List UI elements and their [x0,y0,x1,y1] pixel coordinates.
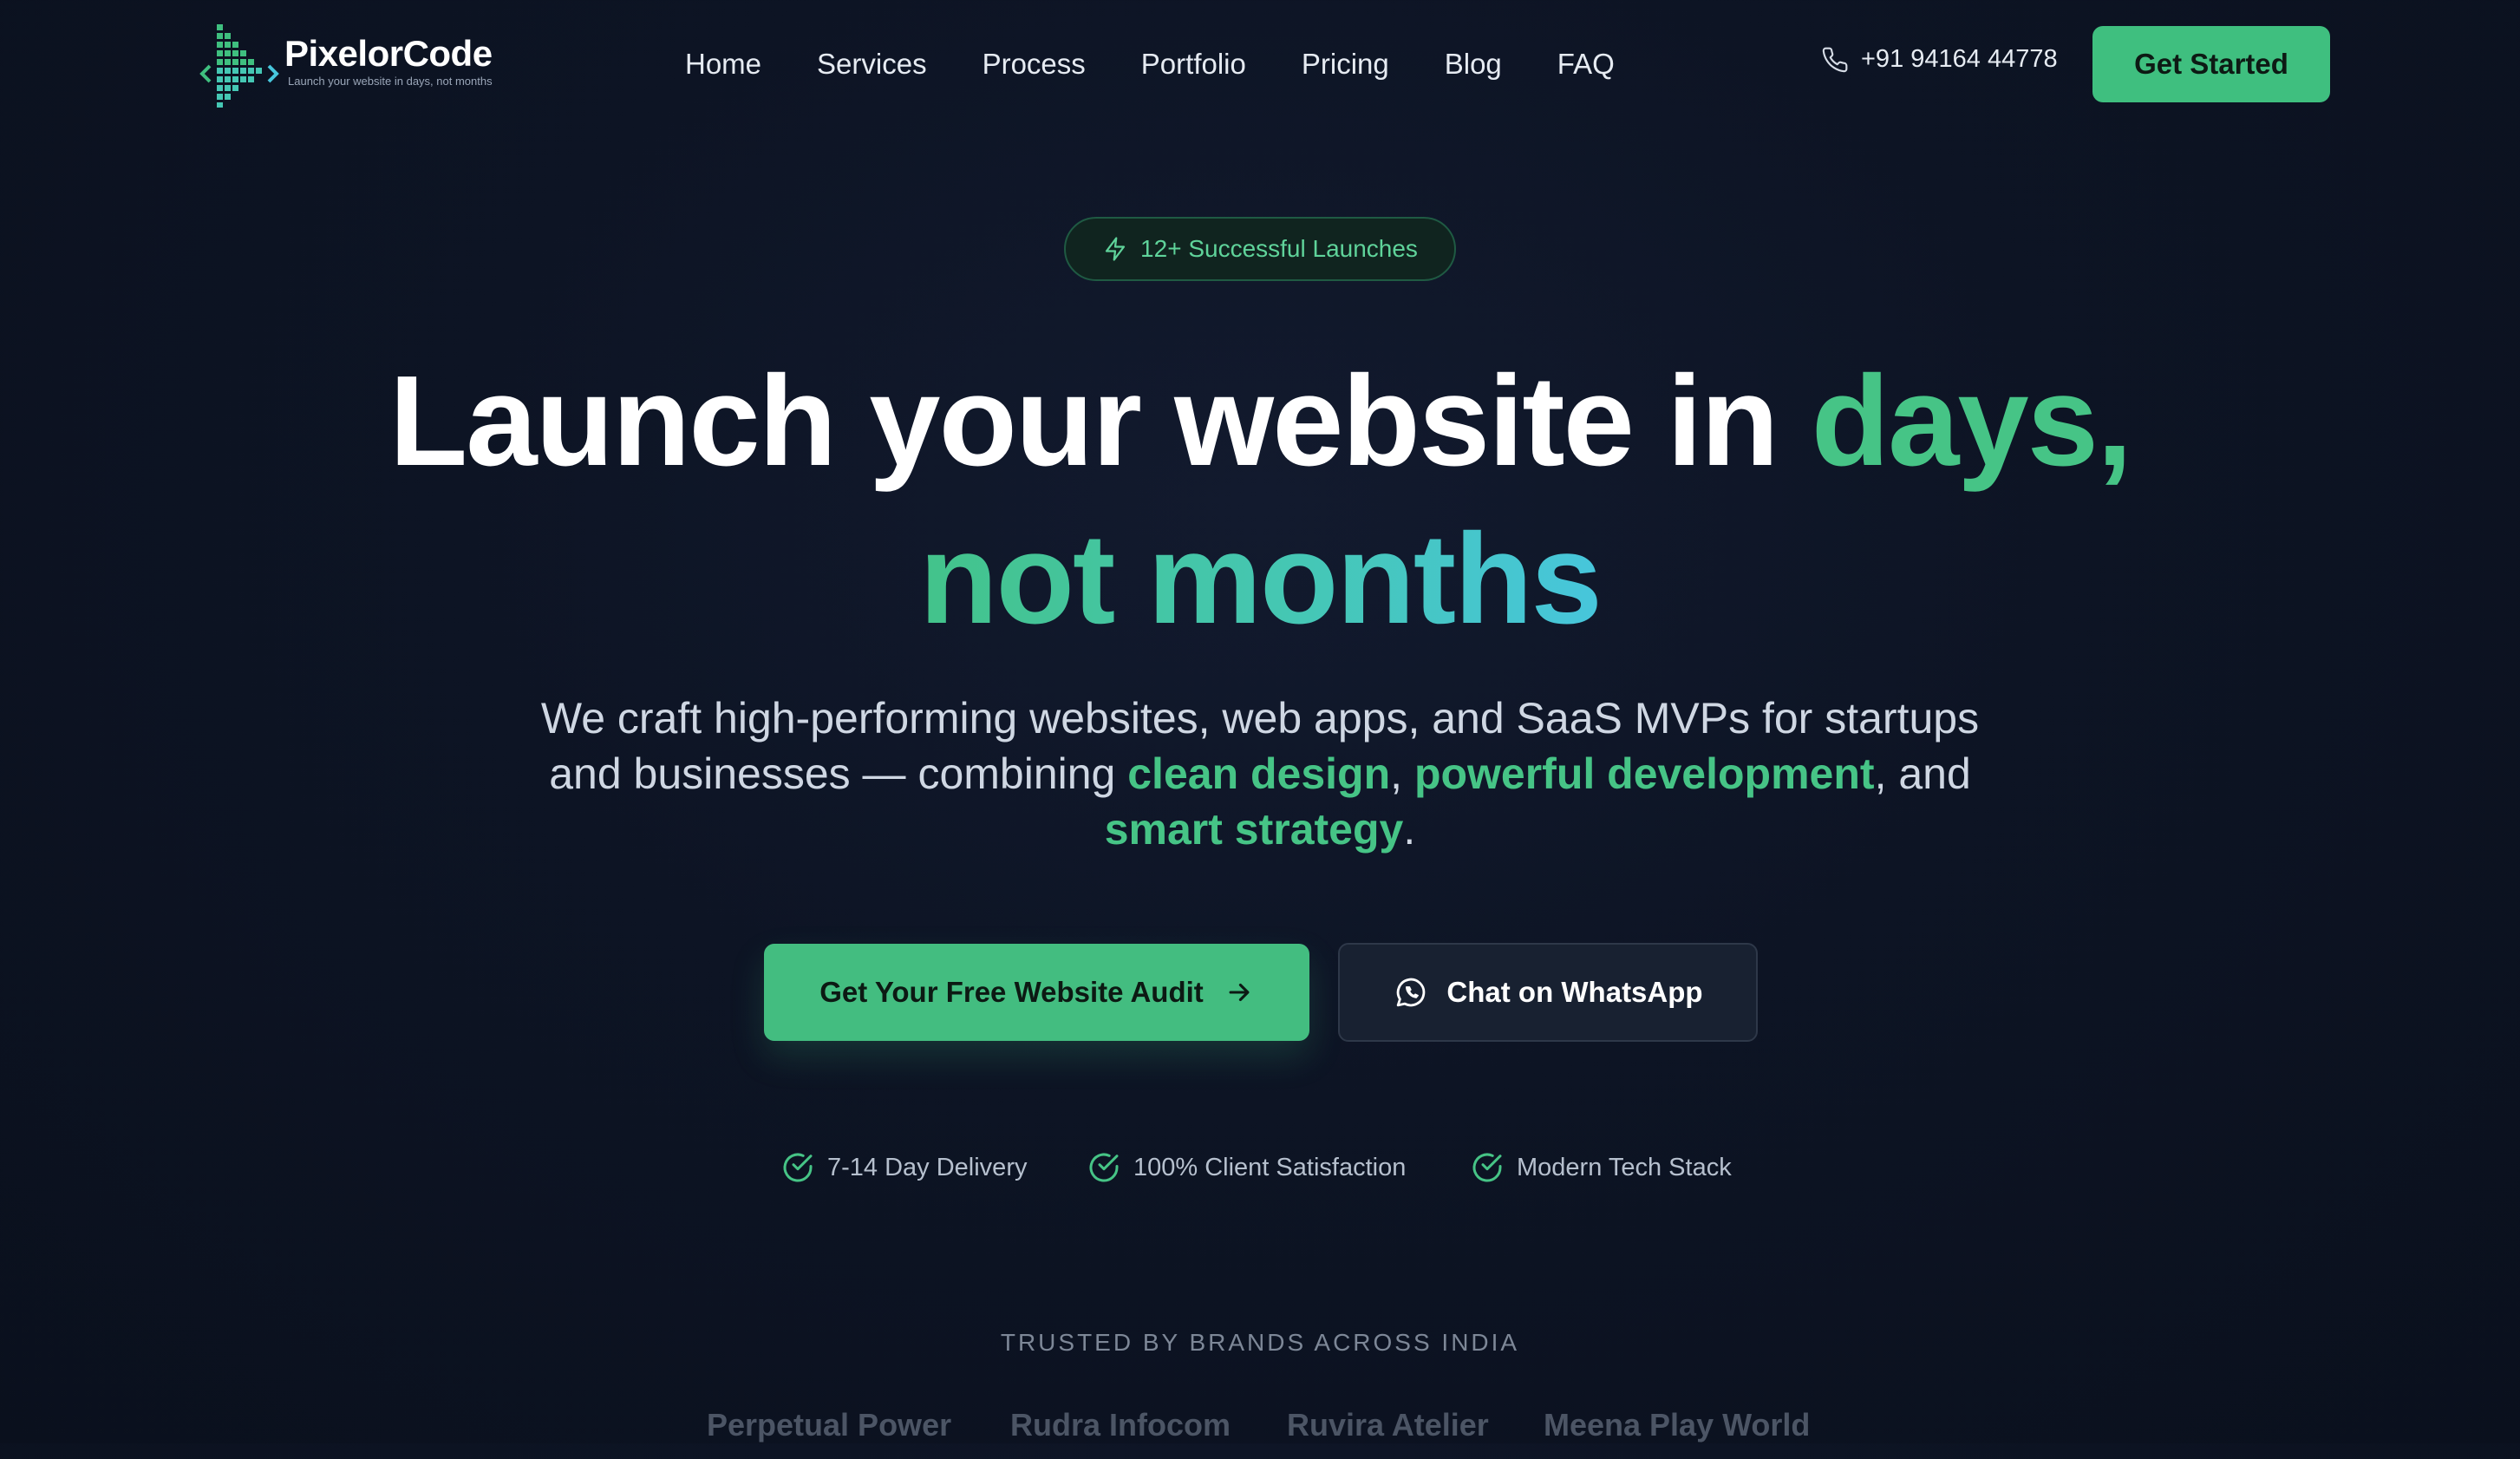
nav-link-home[interactable]: Home [685,43,761,87]
feature-checks: 7-14 Day Delivery 100% Client Satisfacti… [0,1150,2520,1194]
brand-list: Perpetual Power Rudra Infocom Ruvira Ate… [0,1407,2520,1459]
subtitle-end: . [1403,805,1416,854]
logo-name: PixelorCode [284,33,493,74]
headline-highlight: days, [1811,350,2132,493]
headline-text: Launch your website in [388,350,1812,493]
logo-icon [199,24,279,108]
subtitle-highlight-development: powerful development [1413,749,1875,798]
brand-logo: Ruvira Atelier [1287,1407,1489,1443]
brand-logo: Meena Play World [1544,1407,1811,1443]
subtitle-highlight-strategy: smart strategy [1104,805,1404,854]
check-label: Modern Tech Stack [1517,1153,1732,1181]
badge-text: 12+ Successful Launches [1140,235,1418,262]
whatsapp-icon [1397,978,1426,1007]
check-item-satisfaction: 100% Client Satisfaction [1087,1150,1406,1185]
phone-link[interactable]: +91 94164 44778 [1821,45,2058,74]
logo[interactable]: PixelorCode Launch your website in days,… [198,21,510,108]
check-circle-icon [1089,1153,1119,1182]
launches-badge: 12+ Successful Launches [1064,217,1456,281]
subtitle-separator: , [1390,749,1414,798]
logo-tagline: Launch your website in days, not months [288,75,493,88]
nav-link-pricing[interactable]: Pricing [1302,43,1389,87]
brand-logo: Perpetual Power [707,1407,952,1443]
arrow-right-icon [1229,983,1250,1002]
whatsapp-button[interactable]: Chat on WhatsApp [1338,943,1758,1042]
hero-subtitle: We craft high-performing websites, web a… [520,690,2000,857]
hero-headline-line2: not months [0,515,2520,644]
whatsapp-label: Chat on WhatsApp [1446,976,1703,1008]
get-started-button[interactable]: Get Started [2092,26,2330,102]
subtitle-separator: , and [1874,749,1971,798]
headline-gradient-text: not months [919,507,1603,651]
trusted-label: TRUSTED BY BRANDS ACROSS INDIA [1000,1329,1520,1356]
check-item-delivery: 7-14 Day Delivery [780,1150,1027,1185]
top-navigation: PixelorCode Launch your website in days,… [0,0,2520,128]
check-circle-icon [1472,1153,1502,1182]
phone-number: +91 94164 44778 [1861,45,2058,73]
brand-logo: Rudra Infocom [1010,1407,1231,1443]
check-circle-icon [783,1153,813,1182]
lightning-icon [1105,237,1126,261]
free-audit-label: Get Your Free Website Audit [819,976,1204,1008]
free-audit-button[interactable]: Get Your Free Website Audit [764,944,1309,1041]
nav-link-services[interactable]: Services [817,43,927,87]
nav-link-portfolio[interactable]: Portfolio [1141,43,1246,87]
check-label: 100% Client Satisfaction [1133,1153,1407,1181]
check-label: 7-14 Day Delivery [827,1153,1028,1181]
nav-link-process[interactable]: Process [983,43,1086,87]
check-item-tech-stack: Modern Tech Stack [1470,1150,1732,1185]
hero-headline-line1: Launch your website in days, [0,357,2520,486]
nav-links: Home Services Process Portfolio Pricing … [685,43,1670,87]
subtitle-highlight-design: clean design [1127,749,1391,798]
nav-link-blog[interactable]: Blog [1445,43,1502,87]
phone-icon [1822,47,1848,72]
nav-link-faq[interactable]: FAQ [1557,43,1615,87]
